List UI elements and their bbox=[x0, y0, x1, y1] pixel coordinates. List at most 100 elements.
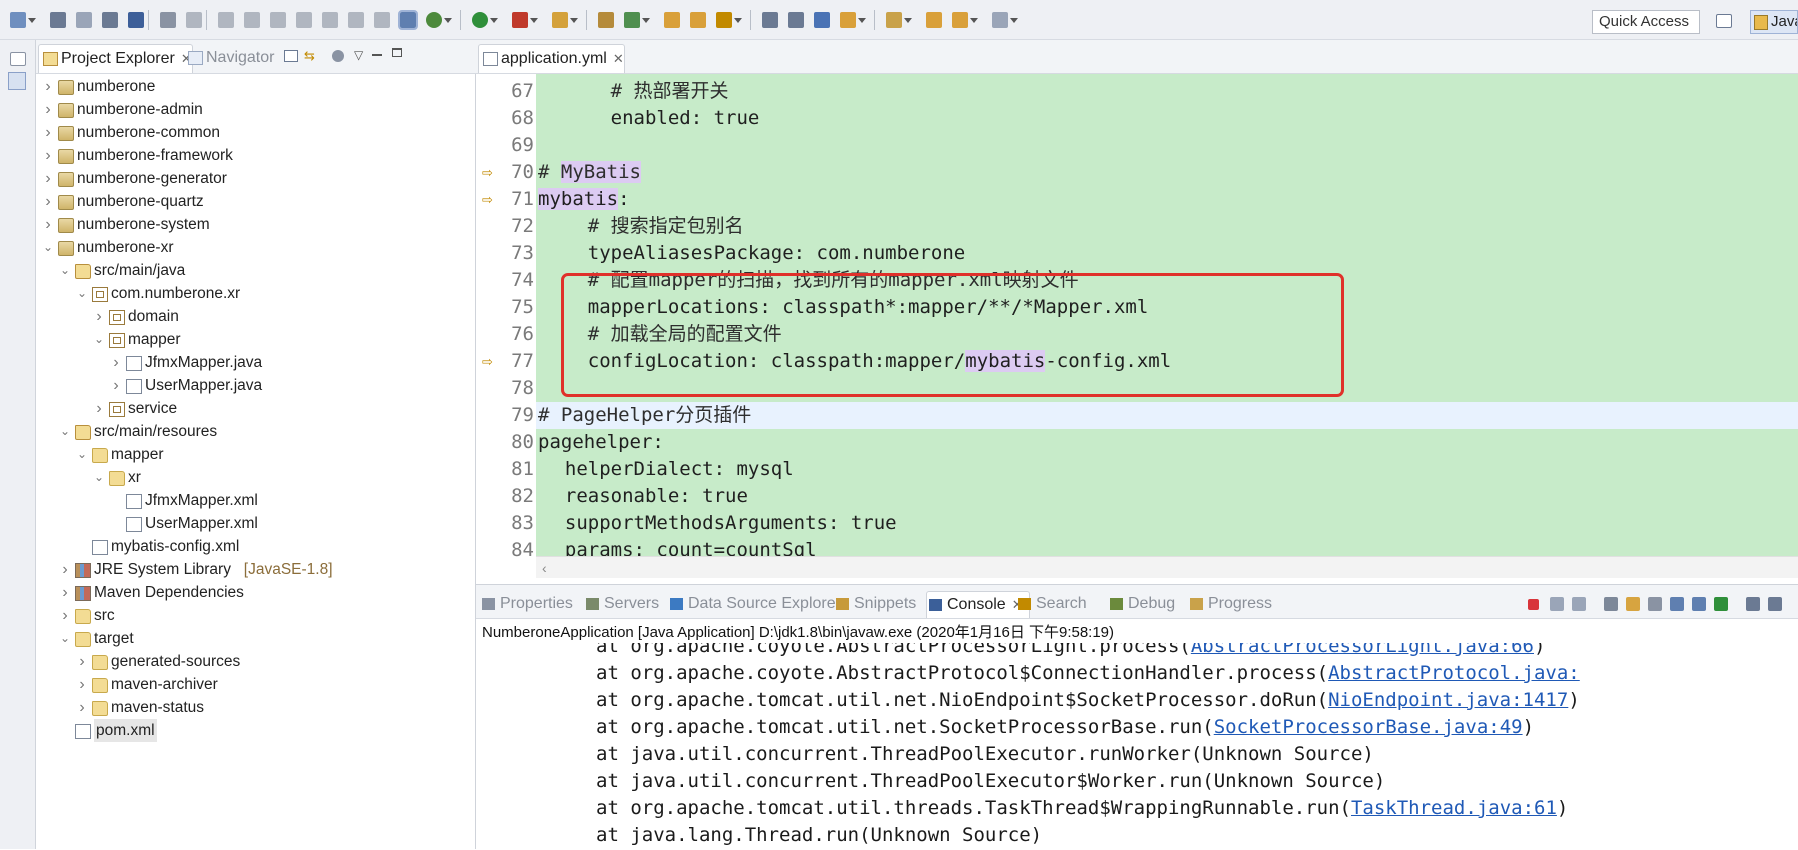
tree-item[interactable]: › generated-sources bbox=[36, 650, 466, 673]
save-all-icon[interactable] bbox=[76, 12, 92, 28]
tree-item[interactable]: ⌄ numberone-xr bbox=[36, 236, 466, 259]
run-external-icon[interactable] bbox=[512, 12, 538, 28]
forward-icon[interactable] bbox=[992, 12, 1018, 28]
open-perspective-icon[interactable] bbox=[1716, 14, 1732, 28]
tree-item[interactable]: › maven-status bbox=[36, 696, 466, 719]
source-link[interactable]: AbstractProcessorLight.java:66 bbox=[1191, 643, 1534, 657]
tree-item[interactable]: › maven-archiver bbox=[36, 673, 466, 696]
new-class-icon[interactable] bbox=[624, 12, 650, 28]
debug-icon[interactable] bbox=[426, 12, 452, 28]
chevron-right-icon[interactable]: › bbox=[76, 673, 88, 696]
tab-data-source-explorer[interactable]: Data Source Explorer bbox=[668, 591, 841, 617]
perspective-java-button[interactable]: Java bbox=[1750, 10, 1798, 34]
open-console-icon[interactable] bbox=[1768, 597, 1782, 611]
tree-item[interactable]: › numberone-common bbox=[36, 121, 466, 144]
chevron-right-icon[interactable]: › bbox=[59, 604, 71, 627]
chevron-down-icon[interactable]: ⌄ bbox=[93, 466, 105, 489]
quick-diff-arrow-icon[interactable]: ⇨ bbox=[482, 193, 494, 206]
link-with-editor-icon[interactable]: ⇆ bbox=[304, 49, 318, 63]
suspend-icon[interactable] bbox=[218, 12, 234, 28]
disconnect-icon[interactable] bbox=[270, 12, 286, 28]
chevron-right-icon[interactable]: › bbox=[93, 397, 105, 420]
tree-item[interactable]: › numberone-quartz bbox=[36, 190, 466, 213]
chevron-right-icon[interactable]: › bbox=[42, 213, 54, 236]
web-browser-icon[interactable] bbox=[814, 12, 830, 28]
tree-item[interactable]: ⌄ target bbox=[36, 627, 466, 650]
previous-annotation-icon[interactable] bbox=[886, 12, 912, 28]
tab-navigator[interactable]: Navigator bbox=[184, 44, 274, 72]
collapse-all-icon[interactable] bbox=[284, 50, 298, 62]
open-task-icon[interactable] bbox=[690, 12, 706, 28]
chevron-down-icon[interactable]: ⌄ bbox=[59, 259, 71, 282]
next-annotation-icon[interactable] bbox=[840, 12, 866, 28]
source-link[interactable]: TaskThread.java:61 bbox=[1351, 797, 1557, 819]
show-whitespace-icon[interactable] bbox=[788, 12, 804, 28]
tab-properties[interactable]: Properties bbox=[480, 591, 573, 617]
tab-console[interactable]: Console✕ bbox=[926, 591, 1030, 618]
step-into-icon[interactable] bbox=[296, 12, 312, 28]
tree-item[interactable]: › numberone-system bbox=[36, 213, 466, 236]
view-menu-icon[interactable]: ▽ bbox=[354, 48, 363, 62]
chevron-right-icon[interactable]: › bbox=[59, 581, 71, 604]
tree-item[interactable]: mybatis-config.xml bbox=[36, 535, 466, 558]
tree-item[interactable]: › Maven Dependencies bbox=[36, 581, 466, 604]
chevron-down-icon[interactable]: ⌄ bbox=[42, 236, 54, 259]
tree-item[interactable]: › numberone bbox=[36, 75, 466, 98]
show-on-stderr-icon[interactable] bbox=[1692, 597, 1706, 611]
tree-item[interactable]: pom.xml bbox=[36, 719, 466, 742]
tree-item[interactable]: ⌄ com.numberone.xr bbox=[36, 282, 466, 305]
console-output[interactable]: at org.apache.coyote.AbstractProcessorLi… bbox=[476, 643, 1798, 850]
quick-access-input[interactable]: Quick Access bbox=[1592, 10, 1700, 34]
tree-item[interactable]: › service bbox=[36, 397, 466, 420]
terminate-icon[interactable] bbox=[244, 12, 260, 28]
new-package-icon[interactable] bbox=[598, 12, 614, 28]
chevron-down-icon[interactable]: ⌄ bbox=[76, 443, 88, 466]
tree-item[interactable]: JfmxMapper.xml bbox=[36, 489, 466, 512]
tab-servers[interactable]: Servers bbox=[584, 591, 659, 617]
close-icon[interactable]: ✕ bbox=[613, 45, 624, 73]
tree-item[interactable]: › UserMapper.java bbox=[36, 374, 466, 397]
tree-item[interactable]: ⌄ src/main/resoures bbox=[36, 420, 466, 443]
chevron-right-icon[interactable]: › bbox=[76, 650, 88, 673]
chevron-down-icon[interactable]: ⌄ bbox=[59, 627, 71, 650]
use-step-filters-icon[interactable] bbox=[398, 10, 418, 30]
restore-view-icon[interactable] bbox=[10, 52, 26, 66]
tree-item[interactable]: › JRE System Library [JavaSE-1.8] bbox=[36, 558, 466, 581]
step-over-icon[interactable] bbox=[322, 12, 338, 28]
terminate-icon[interactable] bbox=[1528, 599, 1539, 610]
tab-progress[interactable]: Progress bbox=[1188, 591, 1272, 617]
print-icon[interactable] bbox=[102, 12, 118, 28]
source-link[interactable]: NioEndpoint.java:1417 bbox=[1328, 689, 1568, 711]
open-type-icon[interactable] bbox=[664, 12, 680, 28]
tree-item[interactable]: ⌄ src/main/java bbox=[36, 259, 466, 282]
tree-item[interactable]: › domain bbox=[36, 305, 466, 328]
search-icon[interactable] bbox=[716, 12, 742, 28]
filter-icon[interactable] bbox=[332, 50, 344, 62]
chevron-right-icon[interactable]: › bbox=[76, 696, 88, 719]
quick-diff-arrow-icon[interactable]: ⇨ bbox=[482, 166, 494, 179]
chevron-right-icon[interactable]: › bbox=[59, 558, 71, 581]
remove-launch-icon[interactable] bbox=[1550, 597, 1564, 611]
horizontal-scrollbar[interactable]: ‹ bbox=[536, 556, 1798, 578]
step-return-icon[interactable] bbox=[348, 12, 364, 28]
skip-breakpoints-icon[interactable] bbox=[160, 12, 176, 28]
chevron-right-icon[interactable]: › bbox=[42, 98, 54, 121]
chevron-down-icon[interactable]: ⌄ bbox=[76, 282, 88, 305]
pin-console-icon[interactable] bbox=[1714, 597, 1728, 611]
chevron-right-icon[interactable]: › bbox=[42, 75, 54, 98]
chevron-right-icon[interactable]: › bbox=[42, 167, 54, 190]
last-edit-icon[interactable] bbox=[926, 12, 942, 28]
tab-project-explorer[interactable]: Project Explorer ✕ bbox=[38, 44, 193, 73]
terminal-icon[interactable] bbox=[128, 12, 144, 28]
chevron-right-icon[interactable]: › bbox=[42, 190, 54, 213]
tree-item[interactable]: › numberone-generator bbox=[36, 167, 466, 190]
chevron-right-icon[interactable]: › bbox=[93, 305, 105, 328]
new-java-project-icon[interactable] bbox=[552, 12, 578, 28]
back-icon[interactable] bbox=[952, 12, 978, 28]
word-wrap-icon[interactable] bbox=[1648, 597, 1662, 611]
chevron-down-icon[interactable]: ⌄ bbox=[93, 328, 105, 351]
save-icon[interactable] bbox=[50, 12, 66, 28]
maximize-icon[interactable] bbox=[392, 48, 402, 57]
tree-item[interactable]: › JfmxMapper.java bbox=[36, 351, 466, 374]
drop-to-frame-icon[interactable] bbox=[374, 12, 390, 28]
